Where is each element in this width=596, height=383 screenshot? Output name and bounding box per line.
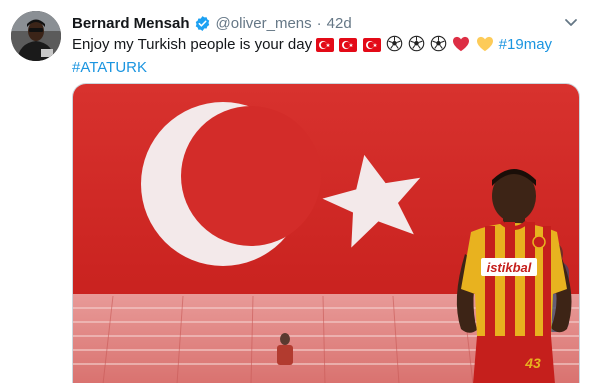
jersey-sponsor-text: istikbal [487,260,532,275]
soccer-ball-icon [430,35,447,58]
avatar[interactable] [11,11,61,61]
tweet-header: Bernard Mensah @oliver_mens · 42d [72,13,352,33]
verified-badge-icon [194,15,211,32]
tweet-timestamp[interactable]: 42d [327,15,352,32]
hashtag-ataturk[interactable]: #ATATURK [72,59,147,76]
separator-dot: · [316,14,322,32]
soccer-ball-icon [408,35,425,58]
soccer-ball-icon [386,35,403,58]
tweet[interactable]: Bernard Mensah @oliver_mens · 42d Enjoy … [0,0,596,383]
turkey-flag-icon [316,38,335,58]
red-heart-icon [452,36,470,58]
chevron-down-icon[interactable] [563,14,579,30]
author-name[interactable]: Bernard Mensah [72,15,190,32]
author-handle[interactable]: @oliver_mens [216,15,312,32]
jersey-number-text: 43 [524,355,541,371]
yellow-heart-icon [476,36,494,58]
turkey-flag-icon [362,38,381,58]
hashtag-19may[interactable]: #19may [499,36,552,53]
tweet-body-text: Enjoy my Turkish people is your day [72,36,313,53]
emoji-group [316,35,498,53]
tweet-text: Enjoy my Turkish people is your day #19m… [72,35,577,78]
turkey-flag-icon [339,38,358,58]
tweet-media-image[interactable]: istikbal 43 [72,83,580,383]
